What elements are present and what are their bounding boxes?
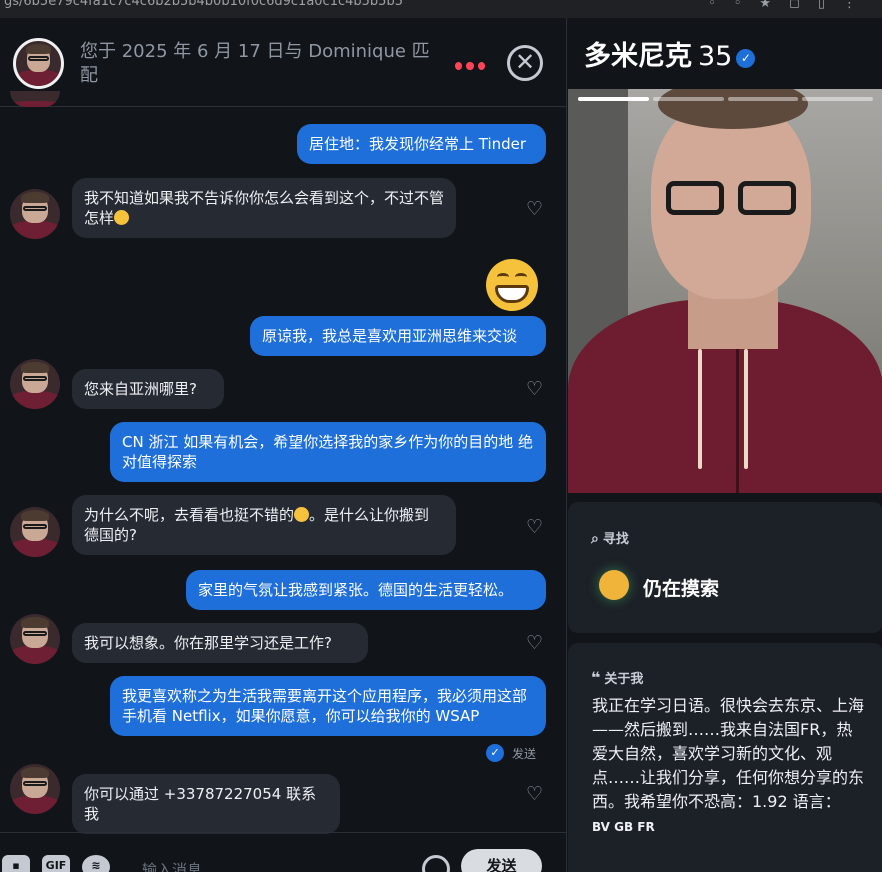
profile-age: 35 [698, 41, 733, 72]
language-list: BV GB FR [592, 820, 655, 834]
photo-pager-bar[interactable] [578, 97, 649, 101]
message-text: 我不知道如果我不告诉你你怎么会看到这个，不过不管怎样 [84, 189, 445, 227]
message-incoming[interactable]: 我不知道如果我不告诉你你怎么会看到这个，不过不管怎样 [72, 178, 456, 238]
profile-header: 多米尼克 35 ✓ [584, 34, 756, 73]
like-heart-icon[interactable]: ♡ [526, 785, 546, 804]
about-label: ❝ 关于我 [591, 668, 644, 687]
spotify-icon[interactable]: ≋ [82, 855, 110, 872]
message-text: 为什么不呢，去看看也挺不错的 [84, 506, 295, 524]
address-bar-text[interactable]: gs/6b5e79c4fa1c7c4c6b2b5b4b0b10f0c6d9c1a… [4, 0, 403, 9]
chat-pane: 您于 2025 年 6 月 17 日与 Dominique 匹配 ✕ 居住地：我… [0, 18, 566, 872]
message-composer: ▪ GIF ≋ 输入消息 发送 [0, 832, 566, 872]
looking-for-card [568, 502, 882, 633]
about-text: 我正在学习日语。很快会去东京、上海——然后搬到……我来自法国FR，热爱大自然，喜… [592, 696, 865, 811]
delivery-status: ✓ 发送 [486, 744, 536, 762]
like-heart-icon[interactable]: ♡ [526, 200, 546, 219]
looking-for-label: ⌕ 寻找 [591, 531, 629, 547]
grin-emoji-icon [486, 259, 538, 311]
gif-button[interactable]: GIF [42, 855, 70, 872]
rofl-emoji-icon [114, 210, 130, 225]
message-outgoing[interactable]: 家里的气氛让我感到紧张。德国的生活更轻松。 [186, 570, 546, 610]
message-input[interactable]: 输入消息 [142, 859, 202, 872]
photo-pager-bar[interactable] [727, 97, 799, 101]
close-icon[interactable]: ✕ [507, 45, 543, 81]
message-incoming[interactable]: 您来自亚洲哪里? [72, 369, 224, 409]
photo-pager-bar[interactable] [652, 97, 724, 101]
message-incoming[interactable]: 我可以想象。你在那里学习还是工作? [72, 623, 368, 663]
profile-pane: 多米尼克 35 ✓ ⌕ 寻找 仍在摸索 ❝ 关于我 我正在学习日语。很快会去东京、上海—… [566, 18, 882, 872]
more-options-icon[interactable] [455, 62, 485, 74]
profile-photo[interactable] [568, 89, 882, 493]
thinking-emoji-icon [599, 570, 629, 600]
message-outgoing[interactable]: 原谅我，我总是喜欢用亚洲思维来交谈 [250, 316, 546, 356]
match-avatar[interactable] [13, 38, 64, 89]
sticker-icon[interactable]: ▪ [2, 855, 30, 872]
search-icon: ⌕ [591, 531, 599, 547]
browser-action-icons[interactable]: ◦◦★◻▯⋮ [708, 0, 874, 11]
avatar[interactable] [10, 507, 60, 557]
emoji-picker-icon[interactable] [422, 855, 450, 872]
message-outgoing[interactable]: 居住地：我发现你经常上 Tinder [297, 124, 546, 164]
browser-toolbar: gs/6b5e79c4fa1c7c4c6b2b5b4b0b10f0c6d9c1a… [0, 0, 882, 18]
avatar[interactable] [10, 189, 60, 239]
message-incoming[interactable]: 你可以通过 +33787227054 联系我 [72, 774, 340, 834]
looking-for-value: 仍在摸索 [643, 578, 720, 600]
profile-name: 多米尼克 [584, 41, 692, 72]
avatar[interactable] [10, 614, 60, 664]
message-incoming[interactable]: 为什么不呢，去看看也挺不错的 。是什么让你搬到德国的? [72, 495, 456, 555]
smile-emoji-icon [294, 507, 310, 522]
like-heart-icon[interactable]: ♡ [526, 634, 546, 653]
like-heart-icon[interactable]: ♡ [526, 380, 546, 399]
match-date-text: 您于 2025 年 6 月 17 日与 Dominique 匹配 [80, 41, 430, 86]
send-button[interactable]: 发送 [461, 849, 542, 872]
avatar [10, 91, 60, 107]
like-heart-icon[interactable]: ♡ [526, 518, 546, 537]
avatar[interactable] [10, 359, 60, 409]
photo-pager[interactable] [578, 97, 873, 101]
photo-pager-bar[interactable] [802, 97, 873, 101]
sent-status-label: 发送 [512, 746, 537, 761]
verified-badge-icon: ✓ [736, 49, 756, 68]
message-outgoing[interactable]: 我更喜欢称之为生活我需要离开这个应用程序，我必须用这部手机看 Netflix，如… [110, 676, 546, 736]
avatar[interactable] [10, 764, 60, 814]
sent-check-icon: ✓ [486, 744, 504, 762]
message-outgoing[interactable]: CN 浙江 如果有机会，希望你选择我的家乡作为你的目的地 绝对值得探索 [110, 422, 546, 482]
quote-icon: ❝ [591, 668, 601, 687]
chat-header: 您于 2025 年 6 月 17 日与 Dominique 匹配 ✕ [0, 18, 566, 107]
